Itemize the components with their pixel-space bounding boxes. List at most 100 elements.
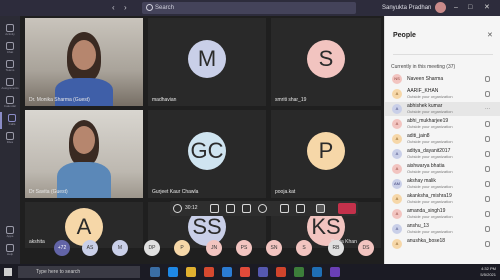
rail-item-chat[interactable]: Chat bbox=[0, 40, 20, 57]
strip-avatar[interactable]: DS bbox=[358, 240, 374, 256]
rail-item-teams[interactable]: Teams bbox=[0, 58, 20, 75]
avatar: A bbox=[392, 164, 402, 174]
participant-tile-5[interactable]: GC Gurjeet Kaur Chawla bbox=[148, 110, 266, 198]
leave-button[interactable] bbox=[338, 203, 356, 214]
participant-name: smriti shar_19 bbox=[275, 97, 307, 103]
close-icon[interactable]: ✕ bbox=[487, 31, 493, 40]
participant-tile-3[interactable]: S smriti shar_19 bbox=[271, 18, 381, 106]
record-icon bbox=[173, 204, 182, 213]
avatar: A bbox=[392, 149, 402, 159]
share-button[interactable] bbox=[242, 204, 251, 213]
strip-avatar[interactable]: AS bbox=[82, 240, 98, 256]
video-tile-2[interactable]: Dr Savita (Guest) bbox=[25, 110, 143, 198]
participant-row[interactable]: A anushka_bose18 bbox=[385, 237, 500, 251]
avatar: A bbox=[392, 209, 402, 219]
rail-item-files[interactable]: Files bbox=[0, 130, 20, 147]
windows-start-icon[interactable] bbox=[4, 268, 12, 276]
user-avatar[interactable] bbox=[435, 2, 446, 13]
rail-item-help[interactable]: Help bbox=[0, 242, 20, 259]
mic-button[interactable] bbox=[226, 204, 235, 213]
apps-icon bbox=[6, 226, 14, 234]
strip-avatar[interactable]: S bbox=[296, 240, 312, 256]
teams-taskbar-icon[interactable] bbox=[258, 267, 268, 277]
participant-row[interactable]: A abhishek kumar Outside your organizati… bbox=[385, 102, 500, 116]
participant-row[interactable]: NS Naveen Sharma bbox=[385, 72, 500, 86]
strip-avatar[interactable]: RB bbox=[328, 240, 344, 256]
close-button[interactable]: ✕ bbox=[484, 3, 490, 13]
camera-button[interactable] bbox=[210, 204, 219, 213]
strip-avatar[interactable]: JN bbox=[206, 240, 222, 256]
participant-avatar: GC bbox=[188, 132, 226, 170]
participant-tile-6[interactable]: P pooja.kat bbox=[271, 110, 381, 198]
help-icon bbox=[6, 244, 14, 252]
participants-button[interactable] bbox=[316, 204, 325, 213]
participant-row[interactable]: A abhi_mukharjee19 Outside your organiza… bbox=[385, 117, 500, 131]
strip-avatar[interactable]: SN bbox=[266, 240, 282, 256]
participant-org: Outside your organization bbox=[407, 199, 453, 204]
files-icon bbox=[6, 132, 14, 140]
more-options-icon[interactable]: ··· bbox=[485, 106, 490, 112]
video-tile-1[interactable]: Dr. Monika Sharma (Guest) bbox=[25, 18, 143, 106]
taskbar-search[interactable]: Type here to search bbox=[18, 266, 140, 278]
chat-icon bbox=[6, 42, 14, 50]
system-clock[interactable]: 4:32 PM 5/5/2021 bbox=[470, 266, 496, 278]
strip-avatar[interactable]: P bbox=[174, 240, 190, 256]
app-icon[interactable] bbox=[276, 267, 286, 277]
edge-icon[interactable] bbox=[168, 267, 178, 277]
app-icon[interactable] bbox=[312, 267, 322, 277]
participant-row[interactable]: AM akshay malik Outside your organizatio… bbox=[385, 177, 500, 191]
rail-item-calls[interactable]: Calls bbox=[0, 112, 20, 129]
participant-row[interactable]: A aditya_dayanit2017 Outside your organi… bbox=[385, 147, 500, 161]
maximize-button[interactable]: □ bbox=[468, 3, 472, 13]
participant-tile-2[interactable]: M madhavian bbox=[148, 18, 266, 106]
more-participants-badge[interactable]: +72 bbox=[54, 240, 70, 256]
participant-org: Outside your organization bbox=[407, 154, 453, 159]
rail-item-apps[interactable]: Apps bbox=[0, 224, 20, 241]
raise-hand-button[interactable] bbox=[280, 204, 289, 213]
avatar: A bbox=[392, 194, 402, 204]
people-panel: People ✕ Currently in this meeting (37) … bbox=[384, 16, 500, 264]
invite-field[interactable] bbox=[393, 46, 493, 55]
rail-item-label: Chat bbox=[6, 50, 14, 54]
app-icon[interactable] bbox=[330, 267, 340, 277]
title-bar: ‹ › Search Sanyukta Pradhan – □ ✕ bbox=[0, 0, 500, 16]
participant-row[interactable]: A aditi_jain8 Outside your organization bbox=[385, 132, 500, 146]
minimize-button[interactable]: – bbox=[454, 3, 458, 13]
chat-button[interactable] bbox=[296, 204, 305, 213]
strip-avatar[interactable]: DP bbox=[144, 240, 160, 256]
word-icon[interactable] bbox=[222, 267, 232, 277]
chrome-icon[interactable] bbox=[240, 267, 250, 277]
avatar: AM bbox=[392, 179, 402, 189]
bell-icon bbox=[6, 24, 14, 32]
file-explorer-icon[interactable] bbox=[186, 267, 196, 277]
section-header[interactable]: Currently in this meeting (37) bbox=[391, 64, 455, 71]
strip-avatar[interactable]: PS bbox=[236, 240, 252, 256]
rail-item-label: Files bbox=[6, 140, 14, 144]
participant-row[interactable]: A anshu_13 Outside your organization bbox=[385, 222, 500, 236]
teams-meeting-window: ‹ › Search Sanyukta Pradhan – □ ✕ Activi… bbox=[0, 0, 500, 280]
back-button[interactable]: ‹ bbox=[112, 3, 115, 13]
app-icon[interactable] bbox=[294, 267, 304, 277]
rail-item-calendar[interactable]: Calendar bbox=[0, 94, 20, 111]
powerpoint-icon[interactable] bbox=[204, 267, 214, 277]
participant-row[interactable]: A AARIF_KHAN Outside your organization bbox=[385, 87, 500, 101]
more-actions-button[interactable] bbox=[258, 204, 267, 213]
participant-avatar: P bbox=[307, 132, 345, 170]
participant-org: Outside your organization bbox=[407, 124, 453, 129]
rail-item-activity[interactable]: Activity bbox=[0, 22, 20, 39]
mic-muted-icon bbox=[485, 76, 490, 82]
task-view-icon[interactable] bbox=[150, 267, 160, 277]
participant-name: Gurjeet Kaur Chawla bbox=[152, 189, 199, 195]
forward-button[interactable]: › bbox=[124, 3, 127, 13]
participant-row[interactable]: A aishwarya bhatia Outside your organiza… bbox=[385, 162, 500, 176]
participant-row[interactable]: A amanda_singh19 Outside your organizati… bbox=[385, 207, 500, 221]
mic-muted-icon bbox=[485, 226, 490, 232]
taskbar: Type here to search 4:32 PM 5/5/2021 bbox=[0, 264, 500, 280]
strip-avatar[interactable]: M bbox=[112, 240, 128, 256]
participant-org: Outside your organization bbox=[407, 229, 453, 234]
avatar: NS bbox=[392, 74, 402, 84]
rail-item-assignments[interactable]: Assignments bbox=[0, 76, 20, 93]
participant-row[interactable]: A akanksha_mishra19 Outside your organiz… bbox=[385, 192, 500, 206]
search-box[interactable]: Search bbox=[142, 2, 356, 14]
avatar: A bbox=[392, 239, 402, 249]
